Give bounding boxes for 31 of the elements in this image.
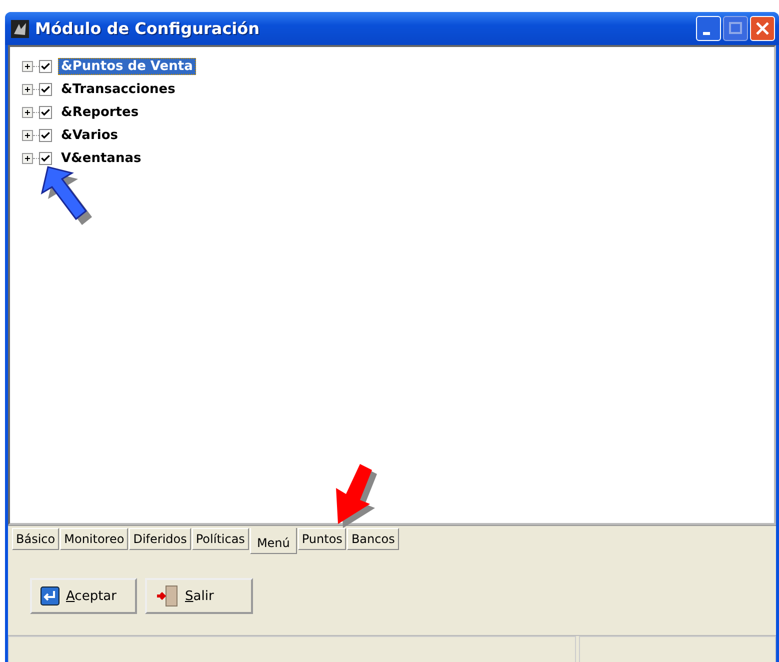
minimize-button[interactable] (696, 16, 721, 41)
tab[interactable]: Menú (250, 528, 297, 554)
checkbox[interactable] (39, 106, 52, 119)
tab[interactable]: Bancos (347, 528, 399, 550)
tab[interactable]: Monitoreo (60, 528, 128, 550)
minimize-icon (703, 32, 710, 35)
expand-icon[interactable] (22, 130, 33, 141)
tree-item[interactable]: &Reportes (58, 104, 142, 121)
enter-icon (40, 586, 60, 606)
close-button[interactable] (750, 16, 775, 41)
exit-button[interactable]: Salir (145, 578, 253, 614)
expand-icon[interactable] (22, 153, 33, 164)
exit-door-icon (155, 585, 179, 607)
tab[interactable]: Básico (12, 528, 60, 550)
app-icon (11, 20, 29, 38)
accept-button[interactable]: Aceptar (30, 578, 137, 614)
checkbox[interactable] (39, 129, 52, 142)
tree-item[interactable]: &Varios (58, 127, 121, 144)
checkbox[interactable] (39, 152, 52, 165)
expand-icon[interactable] (22, 61, 33, 72)
tree-item[interactable]: &Puntos de Venta (58, 58, 196, 75)
tab[interactable]: Diferidos (129, 528, 191, 550)
tree-item[interactable]: &Transacciones (58, 81, 178, 98)
window-title: Módulo de Configuración (35, 19, 261, 38)
tab[interactable]: Puntos (298, 528, 346, 550)
tree-item[interactable]: V&entanas (58, 150, 144, 167)
checkbox[interactable] (39, 60, 52, 73)
checkbox[interactable] (39, 83, 52, 96)
expand-icon[interactable] (22, 84, 33, 95)
tab[interactable]: Políticas (192, 528, 249, 550)
expand-icon[interactable] (22, 107, 33, 118)
